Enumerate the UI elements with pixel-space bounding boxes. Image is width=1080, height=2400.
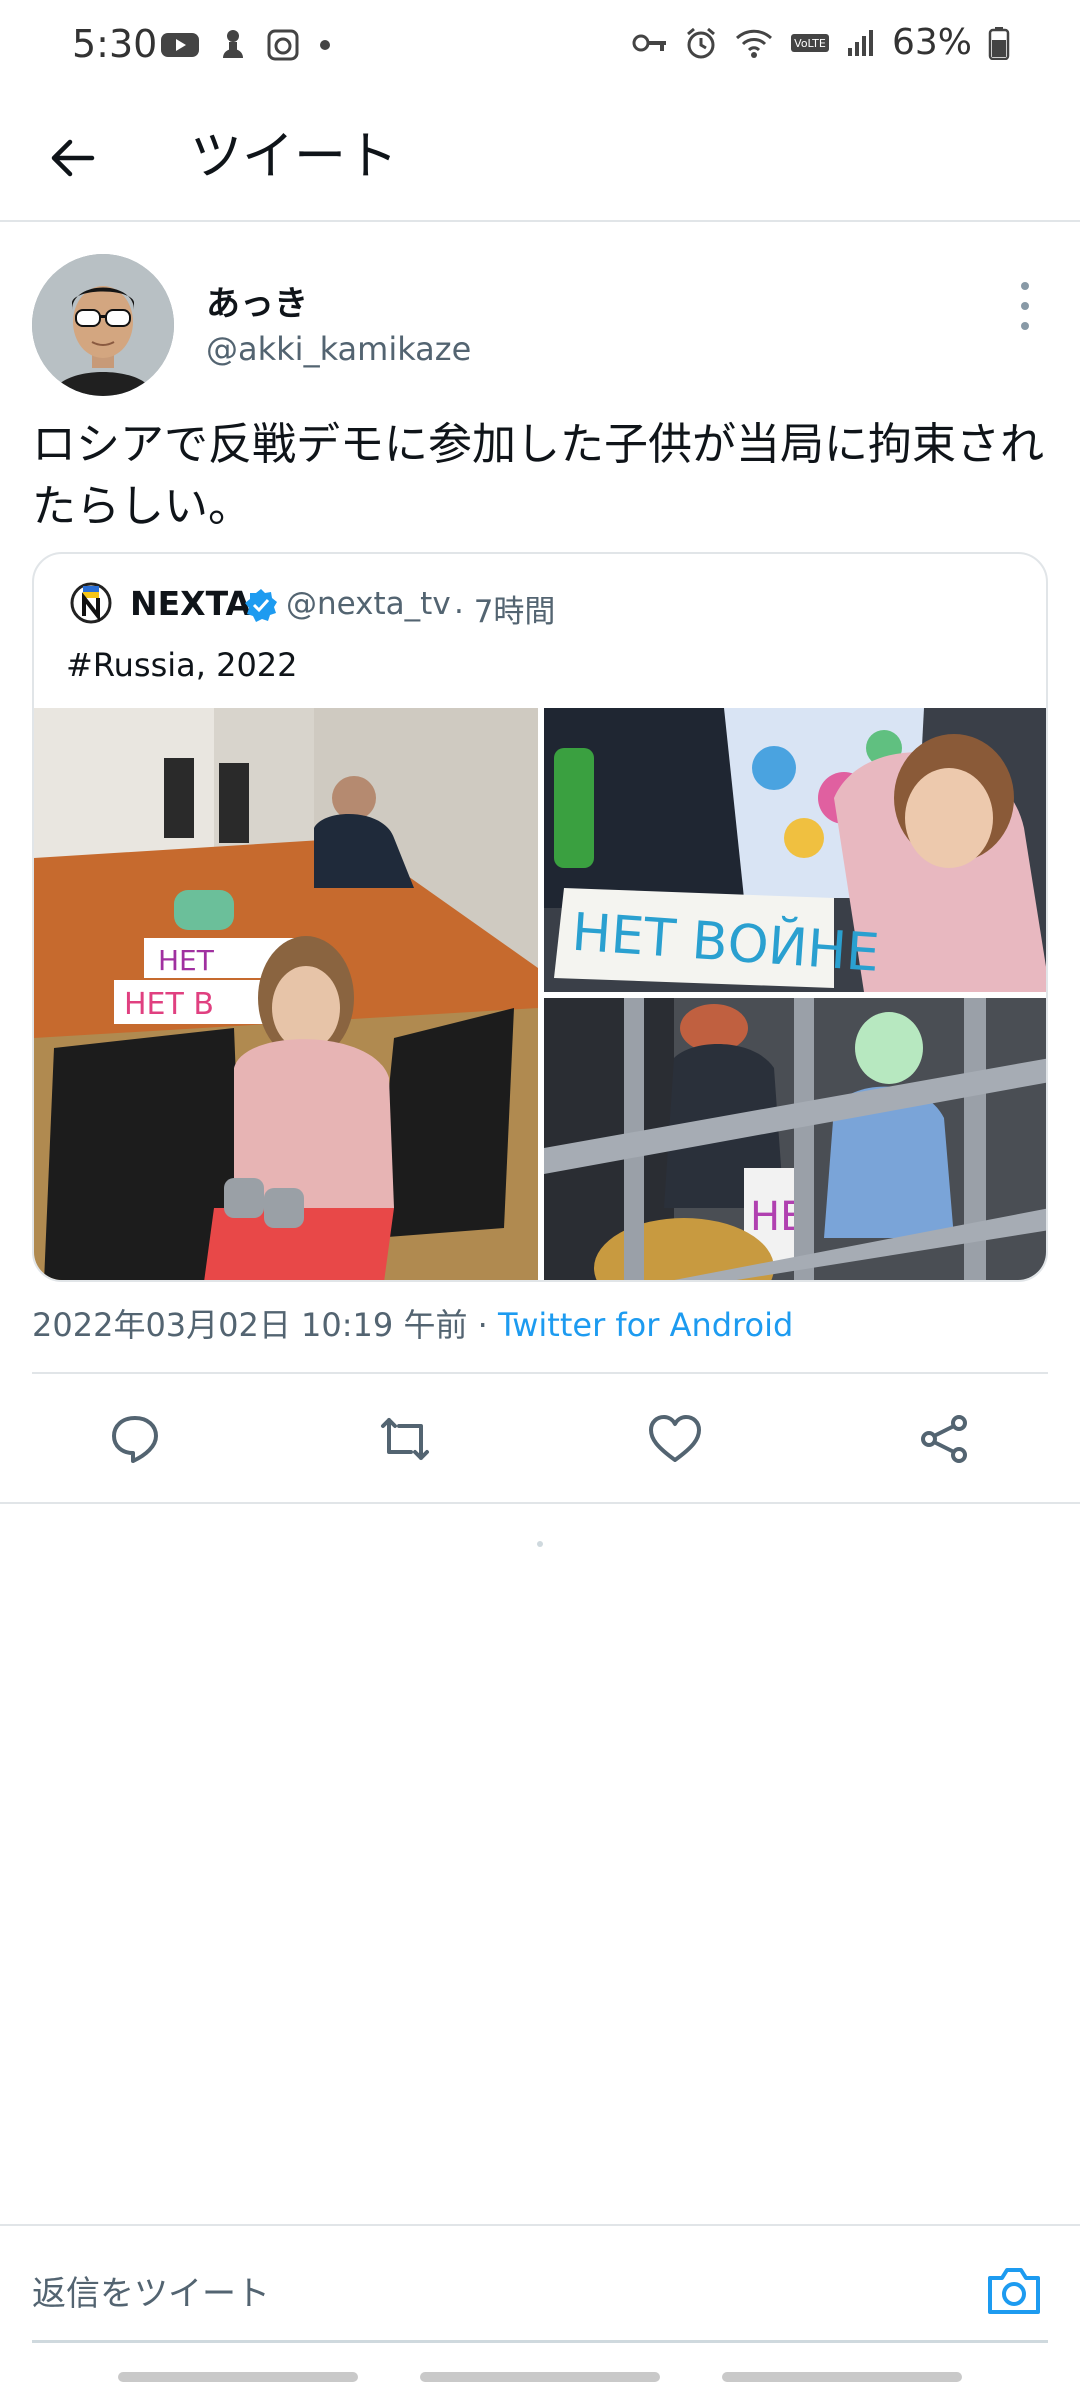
camera-app-icon [267, 29, 299, 61]
more-dot-icon [1021, 322, 1029, 330]
quoted-tweet[interactable]: NEXTA @nexta_tv · 7時間 #Russia, 2022 НЕТ … [32, 552, 1048, 1282]
media-photo-2[interactable]: НЕТ ВОЙНЕ [544, 708, 1046, 992]
status-time: 5:30 [72, 22, 158, 66]
reply-input-underline [32, 2340, 1048, 2343]
loading-dot-icon [537, 1541, 543, 1547]
tweet-meta: 2022年03月02日 10:19 午前 · Twitter for Andro… [32, 1300, 793, 1346]
share-button[interactable] [910, 1404, 980, 1474]
photo-sign-2: НЕТ В [124, 987, 214, 1022]
nav-hint-bar [722, 2372, 962, 2382]
photo-office-child-image: НЕТ НЕТ В [34, 708, 538, 1280]
nav-hint-bar [118, 2372, 358, 2382]
page-title: ツイート [190, 127, 399, 187]
media-photo-1[interactable]: НЕТ НЕТ В [34, 708, 538, 1280]
reply-input[interactable]: 返信をツイート [32, 2266, 270, 2315]
wifi-icon [735, 29, 772, 58]
retweet-icon [381, 1418, 429, 1460]
top-app-bar: ツイート [0, 92, 1080, 222]
retweet-button[interactable] [370, 1404, 440, 1474]
more-dot-icon [1021, 282, 1029, 290]
status-right: VoLTE 63% [632, 22, 1010, 63]
author-name[interactable]: あっき [206, 276, 308, 325]
camera-button[interactable] [984, 2262, 1044, 2318]
key-icon [632, 34, 666, 51]
reply-bar: 返信をツイート [0, 2224, 1080, 2344]
photo-bars-image: НЕ [544, 998, 1046, 1280]
alarm-icon [687, 27, 715, 58]
like-icon [649, 1415, 701, 1462]
notification-icon [223, 30, 243, 58]
avatar-image [32, 254, 174, 396]
divider [0, 1502, 1080, 1504]
tweet-text: ロシアで反戦デモに参加した子供が当局に拘束されたらしい。 [32, 419, 1044, 532]
nav-hint-bar [420, 2372, 660, 2382]
more-dot-icon [1021, 302, 1029, 310]
volte-icon: VoLTE [790, 33, 829, 52]
battery-percent: 63% [891, 22, 972, 63]
dot-icon [320, 40, 330, 50]
quoted-author-name: NEXTA [130, 584, 252, 623]
photo-children-sign-image: НЕТ ВОЙНЕ [544, 708, 1046, 992]
reply-icon [112, 1416, 158, 1463]
more-options-button[interactable] [1010, 276, 1040, 336]
camera-icon [988, 2268, 1040, 2314]
like-button[interactable] [640, 1404, 710, 1474]
media-photo-3[interactable]: НЕ [544, 998, 1046, 1280]
battery-icon [988, 26, 1010, 60]
back-button[interactable] [36, 122, 108, 194]
tweet-source-link[interactable]: Twitter for Android [498, 1306, 793, 1344]
photo-sign-1: НЕТ [158, 944, 215, 977]
back-arrow-icon [51, 139, 95, 177]
youtube-icon [161, 33, 199, 57]
quoted-media-grid: НЕТ НЕТ В НЕТ ВОЙНЕ НЕ [34, 708, 1046, 1280]
quoted-author-handle: @nexta_tv [286, 586, 451, 622]
status-left-icons [160, 28, 332, 62]
reply-button[interactable] [100, 1404, 170, 1474]
quoted-text: #Russia, 2022 [66, 646, 298, 684]
quoted-avatar [70, 582, 112, 624]
status-bar: 5:30 VoLTE 63% [0, 0, 1080, 92]
signal-icon [847, 29, 873, 56]
svg-text:VoLTE: VoLTE [794, 37, 826, 50]
quoted-time: · 7時間 [454, 594, 556, 630]
nexta-logo-icon [70, 582, 112, 624]
avatar[interactable] [32, 254, 174, 396]
share-icon [921, 1415, 967, 1463]
verified-badge-icon [245, 589, 277, 622]
tweet-actions [0, 1374, 1080, 1504]
author-handle[interactable]: @akki_kamikaze [206, 330, 471, 368]
meta-separator: · [467, 1306, 498, 1344]
tweet-timestamp: 2022年03月02日 10:19 午前 [32, 1306, 468, 1344]
